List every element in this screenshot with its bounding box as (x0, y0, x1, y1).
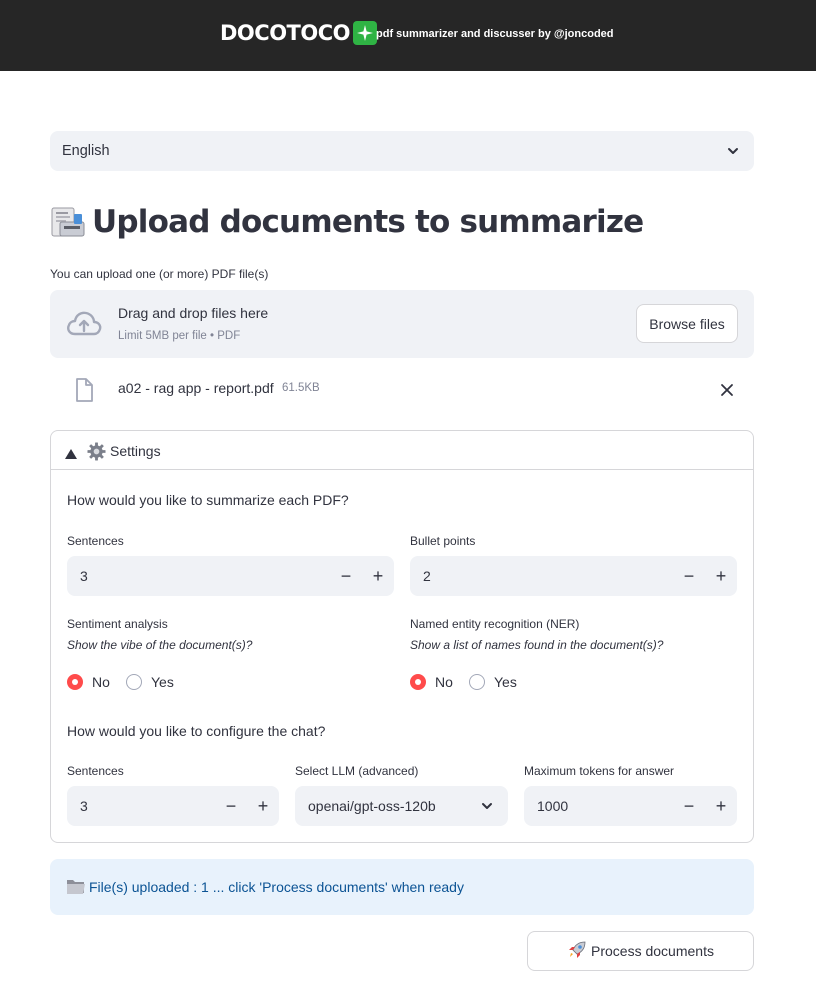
settings-title: Settings (110, 443, 161, 459)
sentences-stepper[interactable]: 3 − + (67, 556, 394, 596)
dropzone-title: Drag and drop files here (118, 305, 269, 321)
ner-hint: Show a list of names found in the docume… (410, 638, 664, 652)
bullet-points-label: Bullet points (410, 534, 476, 548)
chevron-down-icon (480, 799, 494, 818)
upload-label: You can upload one (or more) PDF file(s) (50, 267, 269, 281)
minus-icon[interactable]: − (215, 786, 247, 826)
bullet-points-stepper[interactable]: 2 − + (410, 556, 737, 596)
sparkle-icon (353, 21, 377, 45)
radio-unselected-icon (126, 674, 142, 690)
llm-select-value: openai/gpt-oss-120b (308, 798, 436, 814)
document-scanner-icon (50, 204, 86, 240)
chat-question: How would you like to configure the chat… (67, 723, 326, 739)
ner-radio-yes[interactable]: Yes (469, 674, 517, 690)
process-documents-button[interactable]: Process documents (527, 931, 754, 971)
radio-unselected-icon (469, 674, 485, 690)
bullet-points-value: 2 (423, 568, 431, 584)
chat-sentences-value: 3 (80, 798, 88, 814)
brand-logo: DOCOTOCO (220, 21, 377, 45)
sentiment-option-no: No (92, 674, 110, 690)
ner-radio-no[interactable]: No (410, 674, 453, 690)
language-select-value: English (62, 143, 110, 159)
max-tokens-stepper[interactable]: 1000 − + (524, 786, 737, 826)
language-select[interactable]: English (50, 131, 754, 171)
sentiment-radio-no[interactable]: No (67, 674, 110, 690)
llm-select[interactable]: openai/gpt-oss-120b (295, 786, 508, 826)
ner-label: Named entity recognition (NER) (410, 617, 580, 631)
settings-expander-header[interactable]: Settings (51, 431, 753, 470)
page-title-row: Upload documents to summarize (50, 204, 644, 240)
chat-sentences-label: Sentences (67, 764, 124, 778)
sentiment-option-yes: Yes (151, 674, 174, 690)
plus-icon[interactable]: + (705, 556, 737, 596)
dropzone-limit: Limit 5MB per file • PDF (118, 330, 241, 342)
plus-icon[interactable]: + (247, 786, 279, 826)
remove-file-icon[interactable] (720, 383, 734, 402)
file-size: 61.5KB (282, 382, 320, 394)
tagline: pdf summarizer and discusser by @joncode… (376, 28, 614, 40)
cloud-upload-icon (66, 310, 102, 343)
max-tokens-value: 1000 (537, 798, 569, 814)
sentences-value: 3 (80, 568, 88, 584)
llm-label: Select LLM (advanced) (295, 764, 419, 778)
brand-name: DOCOTOCO (220, 21, 351, 45)
summary-question: How would you like to summarize each PDF… (67, 492, 349, 508)
settings-expander: Settings How would you like to summarize… (50, 430, 754, 843)
minus-icon[interactable]: − (330, 556, 362, 596)
sentences-label: Sentences (67, 534, 124, 548)
page-title: Upload documents to summarize (92, 204, 644, 240)
status-message: File(s) uploaded : 1 ... click 'Process … (89, 879, 464, 895)
browse-files-button[interactable]: Browse files (636, 304, 738, 343)
triangle-up-icon (65, 446, 77, 464)
radio-selected-icon (67, 674, 83, 690)
process-documents-label: Process documents (591, 943, 714, 959)
max-tokens-label: Maximum tokens for answer (524, 764, 675, 778)
radio-selected-icon (410, 674, 426, 690)
sentiment-hint: Show the vibe of the document(s)? (67, 638, 253, 652)
file-name: a02 - rag app - report.pdf (118, 380, 274, 396)
ner-option-no: No (435, 674, 453, 690)
chevron-down-icon (726, 144, 740, 162)
sentiment-label: Sentiment analysis (67, 617, 168, 631)
minus-icon[interactable]: − (673, 786, 705, 826)
status-info-box: File(s) uploaded : 1 ... click 'Process … (50, 859, 754, 915)
gear-icon (87, 442, 106, 466)
top-bar: DOCOTOCO pdf summarizer and discusser by… (0, 0, 816, 71)
file-dropzone[interactable]: Drag and drop files here Limit 5MB per f… (50, 290, 754, 358)
folder-icon (66, 878, 86, 900)
rocket-icon (567, 940, 587, 963)
file-icon (75, 378, 93, 407)
uploaded-file-row: a02 - rag app - report.pdf 61.5KB (50, 370, 754, 410)
chat-sentences-stepper[interactable]: 3 − + (67, 786, 279, 826)
plus-icon[interactable]: + (362, 556, 394, 596)
ner-option-yes: Yes (494, 674, 517, 690)
sentiment-radio-yes[interactable]: Yes (126, 674, 174, 690)
minus-icon[interactable]: − (673, 556, 705, 596)
plus-icon[interactable]: + (705, 786, 737, 826)
